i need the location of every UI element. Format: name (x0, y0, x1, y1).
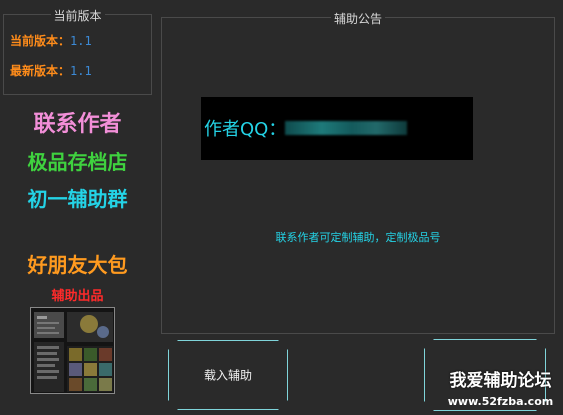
latest-version-label: 最新版本： (10, 64, 71, 78)
game-screenshot-thumbnail[interactable] (30, 307, 115, 394)
latest-version-row: 最新版本：1.1 (10, 62, 92, 79)
load-helper-button[interactable]: 载入辅助 (168, 340, 288, 410)
load-helper-button-label: 载入辅助 (203, 368, 252, 383)
watermark-title: 我爱辅助论坛 (449, 371, 552, 391)
current-version-row: 当前版本：1.1 (10, 32, 92, 49)
helper-group-link[interactable]: 初一辅助群 (0, 183, 155, 212)
notice-text: 联系作者可定制辅助，定制极品号 (275, 231, 441, 244)
thumbnail-graphic (31, 308, 114, 393)
qq-number-redacted (285, 121, 407, 135)
latest-version-value: 1.1 (70, 64, 92, 78)
author-qq-panel: 作者QQ： (201, 97, 473, 160)
made-by-label: 辅助出品 (51, 289, 104, 304)
author-qq-label: 作者QQ： (204, 119, 287, 140)
notice-groupbox: 辅助公告 作者QQ： 联系作者可定制辅助，定制极品号 (161, 10, 555, 334)
forum-watermark: 我爱辅助论坛 www.52fzba.com (438, 366, 563, 415)
contact-author-link[interactable]: 联系作者 (0, 106, 155, 138)
save-store-link[interactable]: 极品存档店 (0, 146, 155, 175)
good-friend-pack-link[interactable]: 好朋友大包 (0, 249, 155, 278)
watermark-url: www.52fzba.com (447, 395, 554, 408)
notice-groupbox-title: 辅助公告 (330, 10, 386, 27)
current-version-value: 1.1 (70, 34, 92, 48)
version-groupbox-title: 当前版本 (50, 7, 105, 24)
version-groupbox: 当前版本 当前版本：1.1 最新版本：1.1 (3, 7, 152, 95)
current-version-label: 当前版本： (10, 34, 71, 48)
